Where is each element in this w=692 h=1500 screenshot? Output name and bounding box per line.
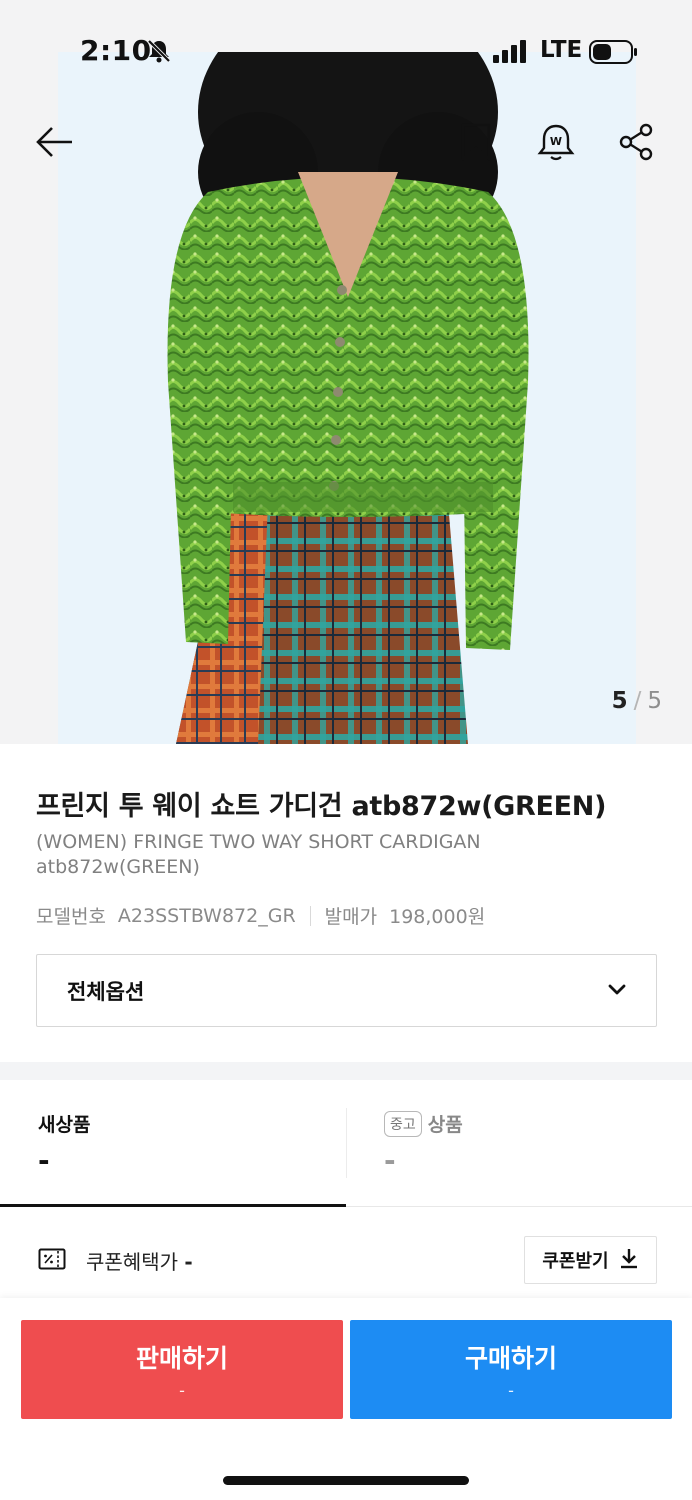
get-coupon-button[interactable]: 쿠폰받기 <box>524 1236 657 1284</box>
tab-used-price: - <box>384 1144 396 1177</box>
share-button[interactable] <box>612 120 660 168</box>
status-time: 2:10 <box>80 34 152 67</box>
used-badge: 중고 <box>384 1110 422 1137</box>
sell-button-label: 판매하기 <box>135 1344 228 1373</box>
share-icon <box>618 123 654 165</box>
bottom-action-bar: 판매하기 - 구매하기 - <box>0 1298 692 1500</box>
tab-used-product[interactable]: 중고 상품 - <box>346 1080 692 1207</box>
condition-tabs: 새상품 - 중고 상품 - <box>0 1080 692 1207</box>
release-price-label: 발매가 <box>324 906 378 928</box>
buy-button-label: 구매하기 <box>464 1344 557 1373</box>
sell-button[interactable]: 판매하기 - <box>21 1320 343 1419</box>
pager-current: 5 <box>611 688 628 714</box>
battery-icon <box>589 40 639 68</box>
get-coupon-label: 쿠폰받기 <box>542 1251 609 1272</box>
back-arrow-icon <box>34 125 74 163</box>
back-button[interactable] <box>30 120 78 168</box>
model-number-value: A23SSTBW872_GR <box>117 904 296 927</box>
product-meta: 모델번호 A23SSTBW872_GR 발매가 198,000원 <box>36 902 485 929</box>
network-type: LTE <box>540 37 583 63</box>
tab-new-label: 새상품 <box>38 1114 91 1136</box>
tab-new-product[interactable]: 새상품 - <box>0 1080 346 1207</box>
product-title-english: (WOMEN) FRINGE TWO WAY SHORT CARDIGAN at… <box>36 831 481 878</box>
buy-button-price: - <box>508 1381 514 1400</box>
tab-used-label-group: 중고 상품 <box>384 1110 463 1137</box>
option-select[interactable]: 전체옵션 <box>36 954 657 1027</box>
coupon-price: 쿠폰혜택가 - <box>86 1246 193 1275</box>
price-alert-button[interactable]: W <box>532 120 580 168</box>
coupon-icon <box>38 1248 66 1274</box>
option-select-label: 전체옵션 <box>67 979 145 1004</box>
pager-total: 5 <box>647 688 662 714</box>
bell-mute-icon <box>146 38 172 68</box>
meta-divider <box>309 905 311 926</box>
release-price-value: 198,000원 <box>389 906 486 928</box>
product-image-gallery[interactable]: 2:10 LTE W 5 / 5 <box>0 0 692 744</box>
coupon-label: 쿠폰혜택가 <box>86 1250 178 1274</box>
tab-new-price: - <box>38 1144 50 1177</box>
coupon-row: 쿠폰혜택가 - 쿠폰받기 <box>0 1208 692 1298</box>
download-icon <box>619 1247 639 1274</box>
gallery-pager: 5/5 <box>612 688 662 714</box>
price-alert-bell-icon: W <box>537 122 575 166</box>
svg-text:W: W <box>550 135 562 148</box>
model-number-label: 모델번호 <box>36 906 106 928</box>
tab-used-label: 상품 <box>427 1114 463 1136</box>
coupon-value: - <box>184 1250 193 1274</box>
pager-separator: / <box>633 688 642 714</box>
buy-button[interactable]: 구매하기 - <box>350 1320 672 1419</box>
status-bar: 2:10 LTE <box>0 0 692 100</box>
bookmark-icon <box>459 122 493 166</box>
product-info: 프린지 투 웨이 쇼트 가디건 atb872w(GREEN) (WOMEN) F… <box>0 744 692 1062</box>
signal-icon <box>493 40 529 68</box>
home-indicator[interactable] <box>223 1476 469 1485</box>
sell-button-price: - <box>179 1381 185 1400</box>
bookmark-button[interactable] <box>452 120 500 168</box>
product-title: 프린지 투 웨이 쇼트 가디건 atb872w(GREEN) <box>36 791 607 822</box>
section-gap <box>0 1062 692 1080</box>
chevron-down-icon <box>608 981 626 1000</box>
